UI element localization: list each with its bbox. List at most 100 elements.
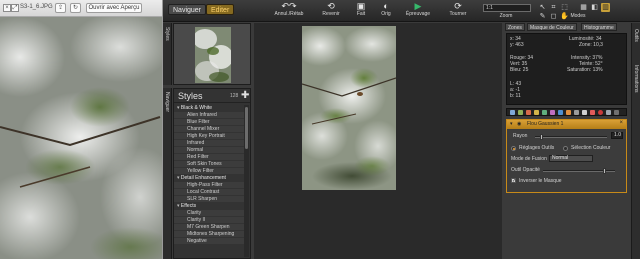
zoom-caption: Zoom	[496, 13, 516, 19]
style-item[interactable]: Normal	[174, 147, 244, 154]
copy-icon[interactable]	[606, 110, 611, 115]
revert-button[interactable]: ⟲ Revenir	[318, 1, 344, 17]
hue-icon[interactable]	[550, 110, 555, 115]
style-category-black-white[interactable]: ▾ Black & White	[174, 105, 244, 112]
info-y: y: 463	[510, 42, 524, 48]
category-label: Black & White	[180, 105, 213, 111]
side-tab-tools[interactable]: Outils	[633, 29, 639, 42]
opacity-slider[interactable]	[543, 168, 615, 174]
style-item[interactable]: SLR Sharpen	[174, 196, 244, 203]
zoom-field[interactable]: 1:1	[483, 4, 531, 12]
tool-header: ▾ ◉ Flou Gaussien 1 ×	[507, 120, 626, 129]
tool-settings-radio[interactable]	[511, 146, 516, 151]
thumbnail-size[interactable]: 128	[230, 93, 238, 99]
styles-scrollbar[interactable]	[244, 105, 249, 257]
side-tab-navigate-label: Naviguer	[164, 92, 170, 113]
add-style-button[interactable]: ✚	[241, 90, 249, 101]
share-icon[interactable]: ⇪	[55, 3, 66, 13]
side-tab-styles[interactable]: Styles	[163, 23, 172, 85]
tab-zones[interactable]: Zones	[505, 23, 525, 31]
close-icon[interactable]: ×	[3, 4, 11, 12]
undo-redo-icon: ↶↷	[281, 1, 297, 11]
style-item[interactable]: Clarity	[174, 210, 244, 217]
layers-icon[interactable]: ▥	[601, 3, 610, 12]
mask-icon[interactable]: ◧	[590, 3, 599, 12]
levels-icon[interactable]	[534, 110, 539, 115]
original-button[interactable]: ◐ Orig	[377, 1, 395, 17]
info-saturation: Saturation: 13%	[567, 67, 603, 73]
image-canvas[interactable]	[254, 23, 502, 259]
redeye-icon[interactable]	[590, 110, 595, 115]
softproof-button[interactable]: ▶ Épreuvage	[403, 1, 433, 17]
saturation-icon[interactable]	[558, 110, 563, 115]
radius-value[interactable]: 1.0	[611, 132, 623, 139]
rotate-button[interactable]: ⟳ Tourner	[446, 1, 470, 17]
radius-slider-knob[interactable]	[540, 134, 543, 140]
scrollbar-thumb[interactable]	[245, 107, 248, 149]
undo-redo-label: Annul./Rétab	[274, 11, 304, 17]
close-icon[interactable]: ×	[619, 120, 623, 126]
fullscreen-icon[interactable]: ⤢	[11, 4, 19, 12]
tool-title: Flou Gaussien 1	[527, 121, 564, 127]
undo-redo-button[interactable]: ↶↷ Annul./Rétab	[273, 1, 305, 17]
style-item[interactable]: Clarity II	[174, 217, 244, 224]
crop-icon[interactable]: ⌗	[549, 3, 558, 12]
color-select-radio[interactable]	[563, 146, 568, 151]
brush-icon[interactable]: ✎	[538, 12, 547, 21]
pointer-icon[interactable]: ↖	[538, 3, 547, 12]
layer-icon[interactable]	[510, 110, 515, 115]
sharpen-icon[interactable]	[566, 110, 571, 115]
quicklook-photo	[0, 17, 162, 259]
tab-navigate[interactable]: Naviguer	[168, 4, 207, 15]
style-item[interactable]: Blue Filter	[174, 119, 244, 126]
tab-histogram[interactable]: Histogramme	[581, 23, 617, 31]
style-category-effects[interactable]: ▾ Effects	[174, 203, 244, 210]
blend-mode-select[interactable]: Normal	[549, 155, 593, 162]
delete-icon[interactable]	[598, 110, 603, 115]
style-item[interactable]: Midtones Sharpening	[174, 231, 244, 238]
tab-color-mask[interactable]: Masque de Couleur	[527, 23, 577, 31]
info-blue: Bleu: 25	[510, 67, 529, 73]
style-item[interactable]: Local Contrast	[174, 189, 244, 196]
settings-icon[interactable]	[614, 110, 619, 115]
open-with-preview-button[interactable]: Ouvrir avec Aperçu	[86, 3, 142, 13]
original-label: Orig	[381, 11, 391, 17]
edited-photo[interactable]	[302, 26, 396, 190]
done-button[interactable]: ▣ Fait	[351, 1, 371, 17]
curves-icon[interactable]	[526, 110, 531, 115]
category-label: Effects	[180, 203, 197, 209]
tab-edit[interactable]: Editer	[206, 4, 235, 15]
chevron-down-icon[interactable]: ▾	[510, 121, 513, 127]
style-item[interactable]: Infrared	[174, 140, 244, 147]
side-tab-information[interactable]: Informations	[633, 65, 639, 93]
rotate-icon[interactable]: ↻	[70, 3, 81, 13]
blur-icon[interactable]	[574, 110, 579, 115]
style-item[interactable]: Yellow Filter	[174, 168, 244, 175]
grid-icon[interactable]: ▦	[579, 3, 588, 12]
style-item[interactable]: High Key Portrait	[174, 133, 244, 140]
style-item[interactable]: Soft Skin Tones	[174, 161, 244, 168]
transform-icon[interactable]: ⬚	[560, 3, 569, 12]
navigator-thumbnail[interactable]	[195, 27, 231, 83]
eraser-icon[interactable]: ◻	[549, 12, 558, 21]
style-item[interactable]: M7 Green Sharpen	[174, 224, 244, 231]
noise-icon[interactable]	[582, 110, 587, 115]
pixel-info-panel: x: 34 y: 463 Luminosité: 34 Zone: 10,3 R…	[506, 33, 627, 105]
side-tab-navigate[interactable]: Naviguer	[163, 88, 172, 259]
style-item[interactable]: Red Filter	[174, 154, 244, 161]
style-category-detail[interactable]: ▾ Detail Enhancement	[174, 175, 244, 182]
softproof-icon: ▶	[414, 1, 422, 11]
softproof-label: Épreuvage	[405, 11, 431, 17]
style-item[interactable]: High-Pass Filter	[174, 182, 244, 189]
style-item[interactable]: Negative	[174, 238, 244, 245]
style-item[interactable]: Alien Infrared	[174, 112, 244, 119]
visibility-icon[interactable]: ◉	[517, 121, 521, 127]
radius-slider[interactable]	[535, 134, 607, 140]
opacity-slider-knob[interactable]	[603, 168, 606, 174]
right-side-tabs: Outils Informations	[631, 23, 640, 259]
style-item[interactable]: Channel Mixer	[174, 126, 244, 133]
color-icon[interactable]	[542, 110, 547, 115]
adjust-icon[interactable]	[518, 110, 523, 115]
invert-mask-checkbox[interactable]: ✓	[511, 178, 516, 184]
modes-caption: Modes	[568, 13, 588, 19]
